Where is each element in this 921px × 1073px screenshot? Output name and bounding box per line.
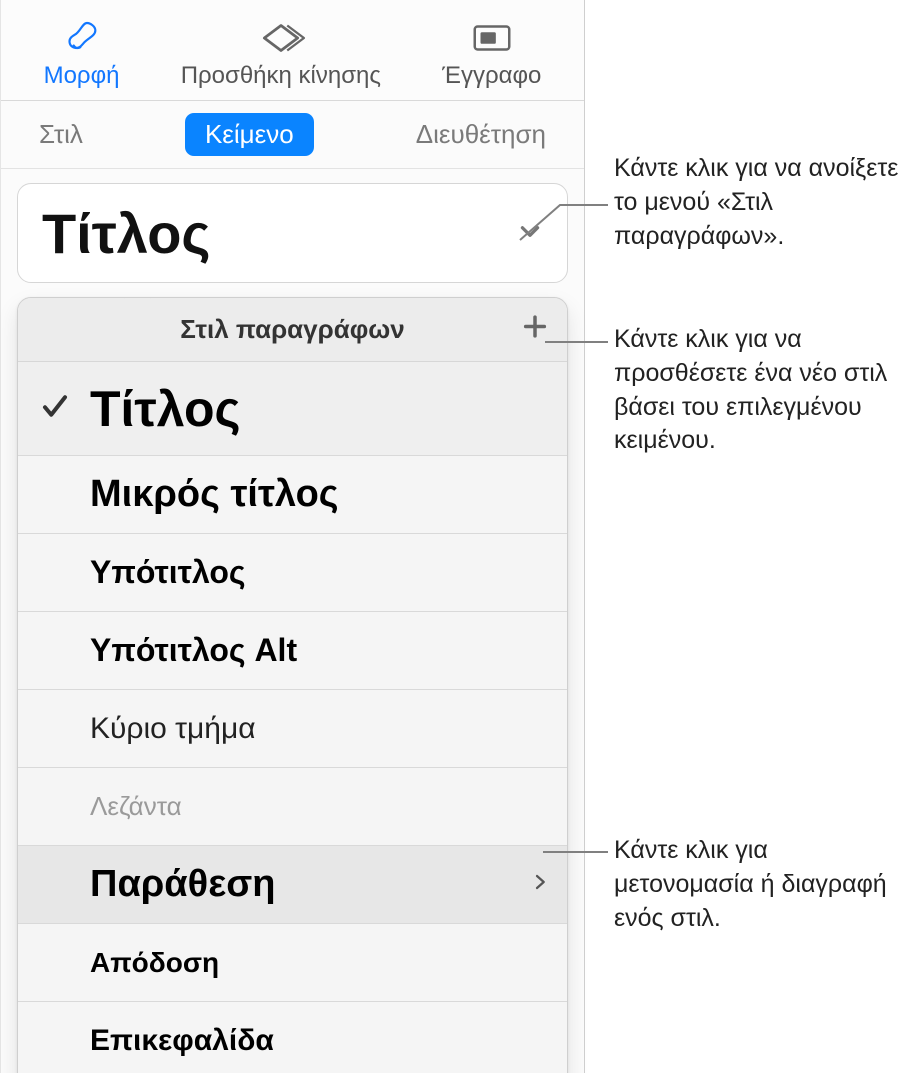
callout-add-style: Κάντε κλικ για να προσθέσετε ένα νέο στι… bbox=[614, 323, 914, 458]
callout-rename-delete: Κάντε κλικ για μετονομασία ή διαγραφή εν… bbox=[614, 834, 914, 935]
callout-open-menu: Κάντε κλικ για να ανοίξετε το μενού «Στι… bbox=[614, 152, 914, 253]
